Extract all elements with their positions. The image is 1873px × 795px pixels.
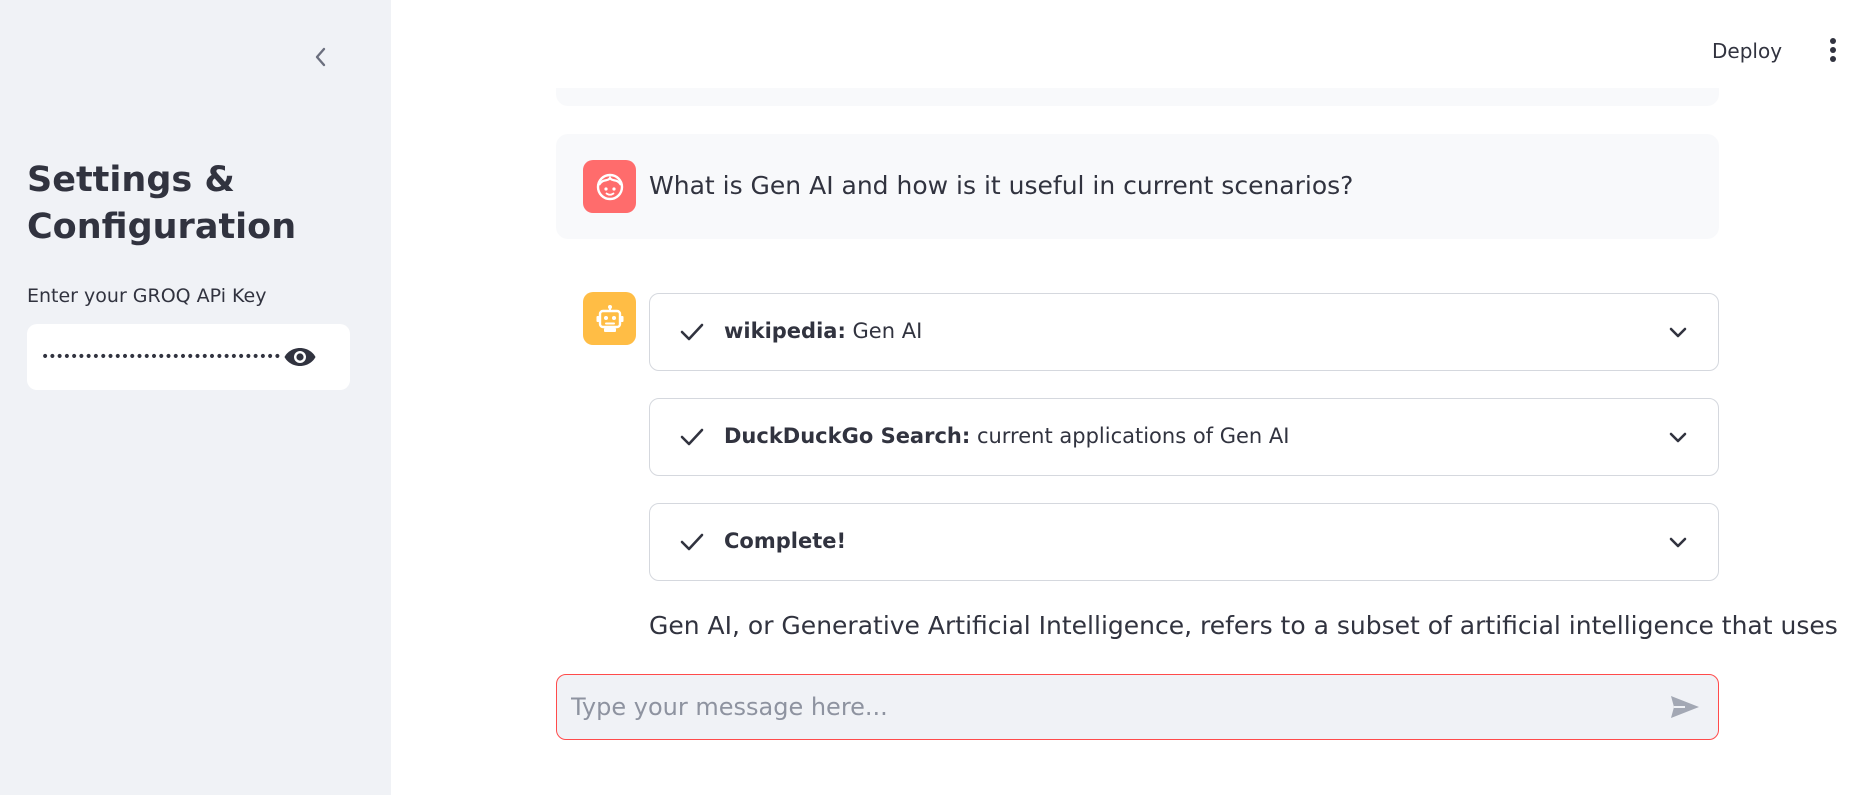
api-key-masked-value[interactable]: •••••••••••••••••••••••••••••••••• (41, 345, 281, 369)
chevron-down-icon (1669, 432, 1687, 443)
main-menu-button[interactable] (1818, 33, 1848, 67)
user-message: What is Gen AI and how is it useful in c… (556, 134, 1719, 239)
chat-message-input[interactable] (571, 675, 1631, 739)
robot-icon (596, 304, 623, 332)
user-avatar (583, 160, 636, 213)
api-key-label: Enter your GROQ APi Key (27, 285, 267, 307)
status-expander-complete[interactable]: Complete! (649, 503, 1719, 581)
status-text: Complete! (724, 529, 846, 553)
assistant-answer-text: Gen AI, or Generative Artificial Intelli… (649, 611, 1838, 640)
sidebar: Settings & Configuration Enter your GROQ… (0, 0, 391, 795)
user-face-icon (596, 173, 623, 200)
chevron-left-icon (315, 47, 326, 67)
show-password-button[interactable] (280, 341, 320, 373)
user-message-text: What is Gen AI and how is it useful in c… (649, 171, 1354, 200)
status-text: wikipedia: Gen AI (724, 319, 922, 343)
status-text: DuckDuckGo Search: current applications … (724, 424, 1289, 448)
status-detail: current applications of Gen AI (970, 424, 1290, 448)
assistant-avatar (583, 292, 636, 345)
send-icon (1671, 696, 1699, 718)
status-label: Complete! (724, 529, 847, 553)
eye-icon (284, 348, 316, 366)
chevron-down-icon (1669, 327, 1687, 338)
sidebar-title: Settings & Configuration (27, 160, 297, 247)
chat-input-box[interactable] (556, 674, 1719, 740)
kebab-menu-icon (1830, 38, 1836, 62)
collapse-sidebar-button[interactable] (306, 42, 336, 72)
checkmark-icon (680, 323, 704, 341)
status-label: DuckDuckGo Search: (724, 424, 971, 448)
chevron-down-icon (1669, 537, 1687, 548)
checkmark-icon (680, 428, 704, 446)
checkmark-icon (680, 533, 704, 551)
status-expander-duckduckgo[interactable]: DuckDuckGo Search: current applications … (649, 398, 1719, 476)
previous-message-bubble (556, 88, 1719, 106)
send-button[interactable] (1668, 692, 1702, 722)
deploy-button[interactable]: Deploy (1700, 34, 1794, 68)
api-key-input[interactable]: •••••••••••••••••••••••••••••••••• (27, 324, 350, 390)
status-label: wikipedia: (724, 319, 846, 343)
status-detail: Gen AI (845, 319, 923, 343)
status-expander-wikipedia[interactable]: wikipedia: Gen AI (649, 293, 1719, 371)
